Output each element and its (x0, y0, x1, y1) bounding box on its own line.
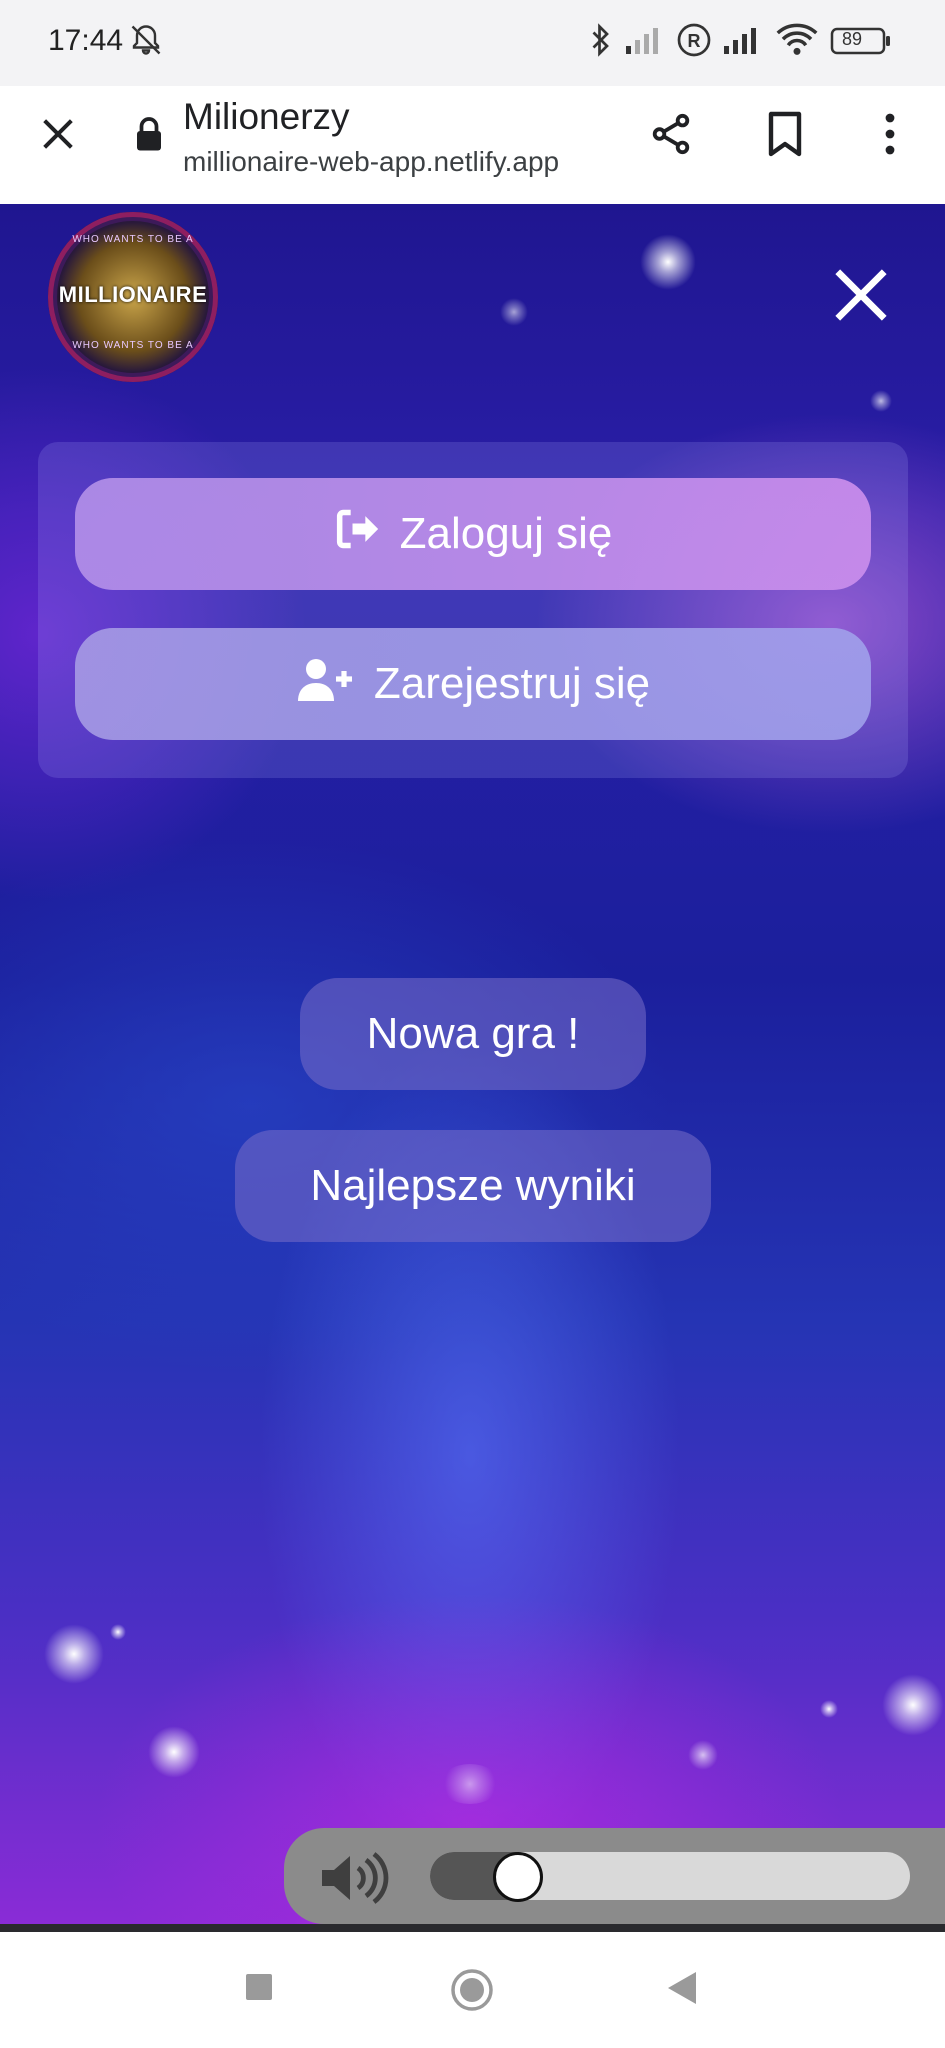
bookmark-icon[interactable] (764, 110, 806, 163)
svg-text:R: R (688, 31, 701, 51)
bell-off-icon (128, 22, 164, 63)
registered-icon: R (676, 22, 712, 63)
signal-icon (722, 24, 766, 61)
back-icon[interactable] (666, 1970, 698, 2011)
share-icon[interactable] (648, 110, 694, 163)
volume-slider-knob[interactable] (492, 1852, 543, 1902)
new-game-button[interactable]: Nowa gra ! (300, 978, 646, 1090)
url-text[interactable]: millionaire-web-app.netlify.app (183, 146, 559, 178)
close-icon[interactable] (830, 264, 892, 326)
best-scores-button[interactable]: Najlepsze wyniki (235, 1130, 711, 1242)
lock-icon (134, 116, 164, 157)
new-game-label: Nowa gra ! (366, 1009, 580, 1058)
close-icon[interactable] (38, 114, 78, 159)
page-title: Milionerzy (183, 96, 350, 137)
more-icon[interactable] (872, 110, 908, 163)
logo-ring-top: WHO WANTS TO BE A (72, 234, 194, 245)
register-button[interactable]: Zarejestruj się (75, 628, 871, 740)
signal-icon (624, 24, 668, 61)
millionaire-logo: WHO WANTS TO BE A MILLIONAIRE WHO WANTS … (48, 212, 218, 382)
volume-icon[interactable] (318, 1850, 394, 1911)
logo-ring-bottom: WHO WANTS TO BE A (72, 340, 194, 351)
recents-icon[interactable] (244, 1972, 274, 2007)
add-user-icon (296, 655, 356, 714)
home-icon[interactable] (450, 1968, 494, 2017)
battery-icon: 89 (830, 26, 892, 61)
sign-in-icon (334, 507, 382, 562)
wifi-icon (776, 22, 818, 63)
best-scores-label: Najlepsze wyniki (310, 1161, 636, 1210)
register-label: Zarejestruj się (373, 659, 651, 708)
status-time: 17:44 (48, 24, 124, 57)
login-button[interactable]: Zaloguj się (75, 478, 871, 590)
system-nav-bar (0, 1932, 945, 2048)
bluetooth-icon (588, 22, 614, 63)
status-bar: 17:44 R 89 (0, 0, 945, 86)
logo-text: MILLIONAIRE (58, 282, 208, 307)
login-label: Zaloguj się (399, 509, 613, 558)
battery-level: 89 (842, 29, 863, 49)
page-bottom-edge (0, 1924, 945, 1932)
